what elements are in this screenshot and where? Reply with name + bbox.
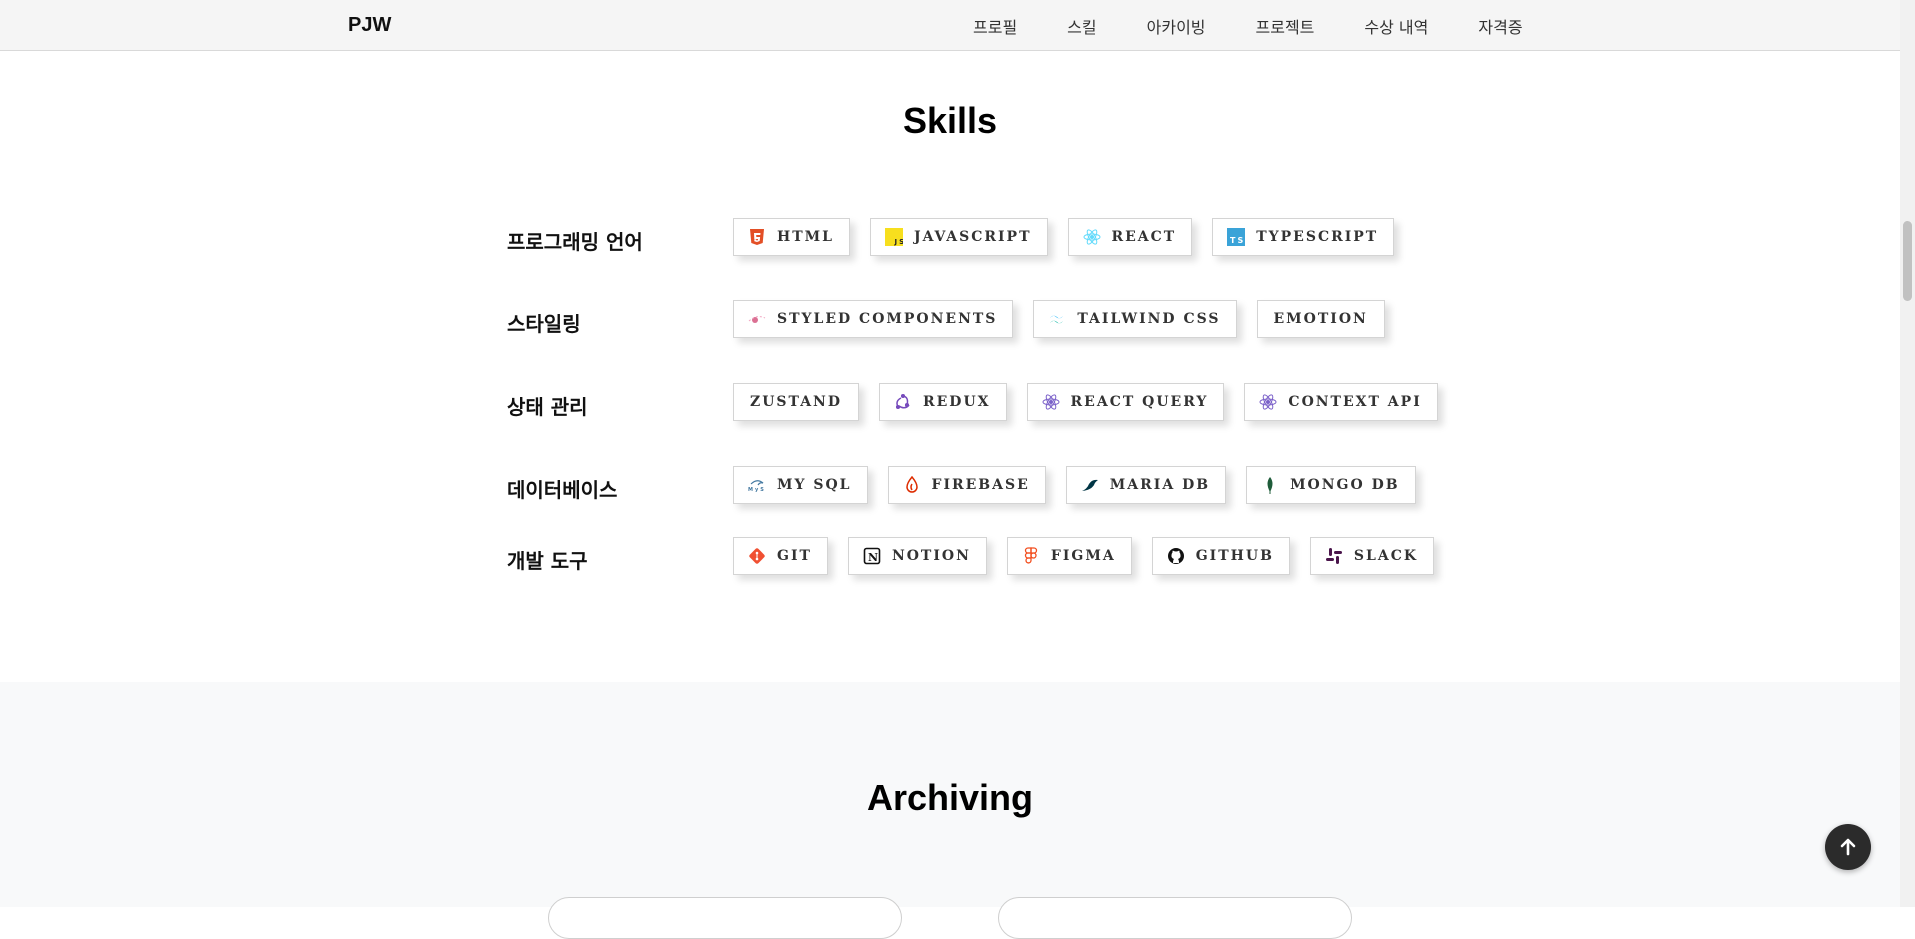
skill-chip-zustand[interactable]: ZUSTAND	[733, 383, 859, 421]
scrollbar-thumb[interactable]	[1903, 221, 1912, 301]
archive-card[interactable]	[548, 897, 902, 939]
skill-chip-list: HTML JS JAVASCRIPT REACT TS TYPESCRIPT	[733, 218, 1414, 256]
javascript-icon: JS	[885, 228, 903, 246]
skill-chip-notion[interactable]: N NOTION	[847, 537, 987, 575]
skill-chip-label: ZUSTAND	[750, 394, 842, 410]
arrow-up-icon	[1840, 838, 1856, 856]
skill-chip-label: SLACK	[1353, 548, 1419, 564]
nav-item-profile[interactable]: 프로필	[973, 14, 1017, 38]
top-navbar: PJW 프로필 스킬 아카이빙 프로젝트 수상 내역 자격증	[0, 0, 1900, 51]
site-logo[interactable]: PJW	[348, 14, 391, 37]
skill-category-label: 데이터베이스	[507, 478, 618, 502]
skill-chip-label: MONGO DB	[1290, 477, 1400, 493]
scrollbar-track[interactable]	[1900, 0, 1915, 907]
archive-card[interactable]	[998, 897, 1352, 939]
skill-chip-list: GIT N NOTION FIGMA GITHUB SLACK	[733, 537, 1454, 575]
skill-chip-label: REACT QUERY	[1070, 394, 1209, 410]
nav-item-skills[interactable]: 스킬	[1067, 14, 1096, 38]
styled-components-icon	[748, 310, 766, 328]
skill-chip-figma[interactable]: FIGMA	[1006, 537, 1132, 575]
skill-category-label: 개발 도구	[507, 549, 588, 573]
skill-chip-label: TAILWIND CSS	[1077, 311, 1221, 327]
react-query-icon	[1042, 393, 1060, 411]
skill-chip-label: GIT	[777, 548, 812, 564]
skill-category-label: 프로그래밍 언어	[507, 230, 643, 254]
skill-chip-label: FIREBASE	[931, 477, 1030, 493]
nav-menu: 프로필 스킬 아카이빙 프로젝트 수상 내역 자격증	[973, 14, 1523, 38]
mongodb-icon	[1261, 476, 1279, 494]
slack-icon	[1325, 547, 1343, 565]
skill-chip-my-sql[interactable]: MySQL MY SQL	[733, 466, 868, 504]
mariadb-icon	[1081, 476, 1099, 494]
svg-text:N: N	[868, 551, 880, 564]
skills-section-title: Skills	[902, 100, 998, 141]
skill-chip-redux[interactable]: REDUX	[879, 383, 1007, 421]
skill-chip-typescript[interactable]: TS TYPESCRIPT	[1212, 218, 1395, 256]
skill-chip-github[interactable]: GITHUB	[1151, 537, 1290, 575]
skill-chip-label: STYLED COMPONENTS	[777, 311, 998, 327]
nav-item-awards[interactable]: 수상 내역	[1364, 14, 1428, 38]
svg-text:JS: JS	[894, 238, 904, 246]
skill-category-label: 스타일링	[507, 312, 581, 336]
mysql-icon: MySQL	[748, 476, 766, 494]
nav-item-archiving[interactable]: 아카이빙	[1147, 14, 1206, 38]
skill-chip-html[interactable]: HTML	[733, 218, 850, 256]
skill-chip-list: STYLED COMPONENTS TAILWIND CSS EMOTION	[733, 300, 1405, 338]
git-icon	[748, 547, 766, 565]
skill-chip-label: GITHUB	[1195, 548, 1274, 564]
nav-item-certificates[interactable]: 자격증	[1478, 14, 1522, 38]
skill-chip-label: MY SQL	[777, 477, 852, 493]
skill-chip-label: TYPESCRIPT	[1256, 229, 1379, 245]
skill-chip-label: CONTEXT API	[1288, 394, 1422, 410]
skill-category-label: 상태 관리	[507, 395, 588, 419]
nav-item-projects[interactable]: 프로젝트	[1256, 14, 1315, 38]
skill-chip-git[interactable]: GIT	[733, 537, 828, 575]
skill-chip-firebase[interactable]: FIREBASE	[887, 466, 1046, 504]
react-icon	[1083, 228, 1101, 246]
skill-chip-tailwind-css[interactable]: TAILWIND CSS	[1033, 300, 1237, 338]
skill-chip-javascript[interactable]: JS JAVASCRIPT	[870, 218, 1048, 256]
skill-chip-label: FIGMA	[1050, 548, 1116, 564]
skill-chip-emotion[interactable]: EMOTION	[1256, 300, 1385, 338]
svg-text:TS: TS	[1230, 236, 1245, 245]
skill-chip-label: REACT	[1111, 229, 1177, 245]
skill-chip-mongo-db[interactable]: MONGO DB	[1246, 466, 1416, 504]
archiving-section-title: Archiving	[866, 777, 1034, 818]
skill-chip-label: JAVASCRIPT	[914, 229, 1032, 245]
html5-icon	[748, 228, 766, 246]
archiving-section: Archiving	[0, 682, 1900, 939]
firebase-icon	[903, 476, 921, 494]
skill-chip-styled-components[interactable]: STYLED COMPONENTS	[733, 300, 1014, 338]
tailwind-icon	[1048, 310, 1066, 328]
skill-chip-context-api[interactable]: CONTEXT API	[1244, 383, 1438, 421]
notion-icon: N	[863, 547, 881, 565]
skill-chip-label: MARIA DB	[1109, 477, 1211, 493]
svg-text:MySQL: MySQL	[748, 487, 766, 493]
skill-chip-label: REDUX	[923, 394, 991, 410]
typescript-icon: TS	[1227, 228, 1246, 246]
skill-chip-label: EMOTION	[1273, 311, 1368, 327]
redux-icon	[894, 393, 912, 411]
github-icon	[1167, 547, 1185, 565]
skill-chip-react[interactable]: REACT	[1067, 218, 1193, 256]
skill-chip-label: NOTION	[891, 548, 971, 564]
skill-chip-react-query[interactable]: REACT QUERY	[1026, 383, 1225, 421]
skill-chip-list: MySQL MY SQL FIREBASE MARIA DB MONGO DB	[733, 466, 1436, 504]
skill-chip-label: HTML	[777, 229, 834, 245]
skill-chip-slack[interactable]: SLACK	[1309, 537, 1435, 575]
skill-chip-maria-db[interactable]: MARIA DB	[1065, 466, 1227, 504]
skill-chip-list: ZUSTAND REDUX REACT QUERY CONTEXT API	[733, 383, 1458, 421]
scroll-to-top-button[interactable]	[1825, 824, 1871, 870]
react-query-icon	[1259, 393, 1277, 411]
figma-icon	[1022, 547, 1040, 565]
